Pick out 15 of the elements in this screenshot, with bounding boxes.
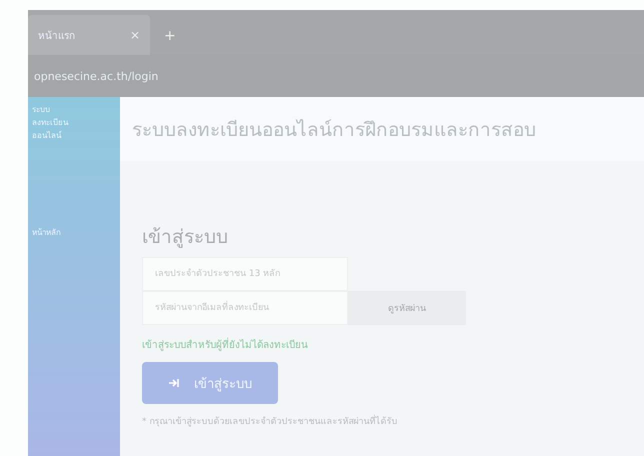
login-heading: เข้าสู่ระบบ [142,225,228,250]
footnote: * กรุณาเข้าสู่ระบบด้วยเลขประจำตัวประชาชนและรหัสผ่านที่ได้รับ [142,414,398,428]
sign-in-icon [168,378,180,388]
register-link[interactable]: เข้าสู่ระบบสำหรับผู้ที่ยังไม่ได้ลงทะเบียน [142,337,308,352]
brand-text: ระบบ [32,104,51,116]
brand-text: ลงทะเบียน [32,117,70,129]
sidebar-item[interactable]: หน้าหลัก [32,226,116,239]
close-tab-button[interactable]: × [130,28,140,42]
login-button[interactable]: เข้าสู่ระบบ [142,362,278,404]
brand-text: ออนไลน์ [32,130,62,142]
new-tab-button[interactable]: + [164,28,176,44]
page-title: ระบบลงทะเบียนออนไลน์การฝึกอบรมและการสอบ [132,118,536,143]
show-password-button[interactable]: ดูรหัสผ่าน [348,291,466,325]
browser-tab[interactable]: หน้าแรก × [28,15,150,55]
address-bar[interactable]: opnesecine.ac.th/login [34,70,158,82]
